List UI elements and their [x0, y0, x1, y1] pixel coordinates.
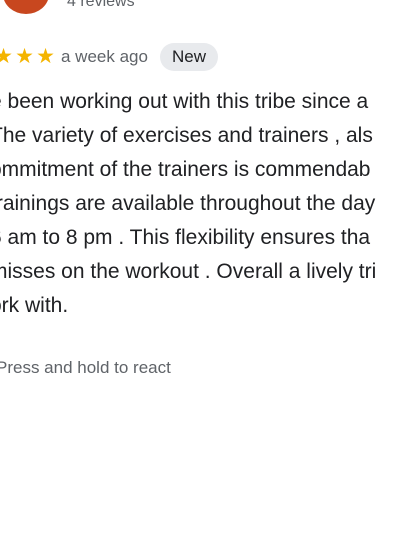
star-icon: ★ — [36, 45, 55, 68]
review-timestamp: a week ago — [61, 47, 148, 66]
review-text-line: trainings are available throughout the d… — [0, 192, 376, 215]
review-text-line: The variety of exercises and trainers , … — [0, 124, 373, 147]
review-text-line: 6 am to 8 pm . This flexibility ensures … — [0, 226, 371, 249]
review-text-line: ommitment of the trainers is commendab — [0, 158, 371, 181]
reviewer-review-count[interactable]: 4 reviews — [67, 0, 135, 11]
review-text: e been working out with this tribe since… — [0, 85, 420, 323]
review-text-line: ork with. — [0, 294, 69, 317]
star-icon: ★ — [0, 45, 13, 68]
review-card: 4 reviews ★ ★ ★ a week ago New e been wo… — [0, 0, 420, 560]
review-text-line: e been working out with this tribe since… — [0, 90, 369, 113]
star-rating: ★ ★ ★ — [0, 45, 56, 69]
review-text-line: misses on the workout . Overall a lively… — [0, 260, 377, 283]
reviewer-avatar[interactable] — [3, 0, 49, 14]
star-icon: ★ — [15, 45, 34, 68]
new-badge: New — [160, 43, 218, 71]
react-hint[interactable]: Press and hold to react — [0, 358, 171, 378]
